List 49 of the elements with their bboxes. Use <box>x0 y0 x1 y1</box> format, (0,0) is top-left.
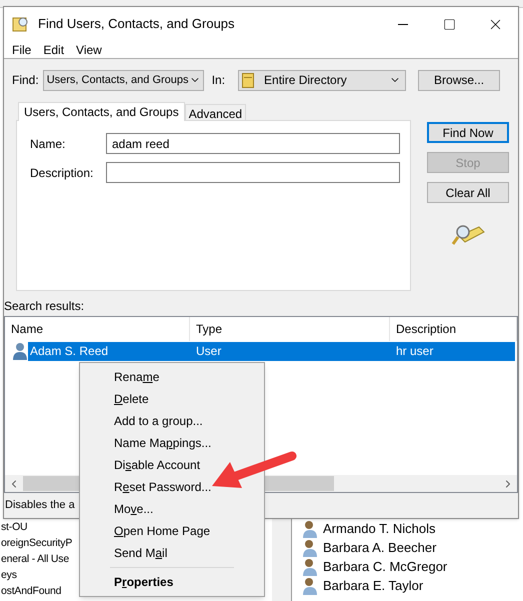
user-icon <box>302 558 318 576</box>
menu-item[interactable]: Properties <box>80 571 264 593</box>
text-field[interactable]: adam reed <box>106 133 400 154</box>
menu-item[interactable]: Edit <box>37 40 70 58</box>
tab[interactable]: Advanced <box>184 104 246 120</box>
field-label: Name: <box>30 136 66 152</box>
menu-item[interactable]: Add to a group... <box>80 410 264 432</box>
menu-item[interactable]: Move... <box>80 498 264 520</box>
table-cell-text: User <box>195 343 222 360</box>
user-icon <box>12 342 28 360</box>
table-cell-text: hr user <box>395 343 434 360</box>
field-label: Description: <box>30 164 94 182</box>
column-header[interactable]: Description <box>390 317 517 341</box>
tab[interactable]: Users, Contacts, and Groups <box>18 102 185 121</box>
menu-item[interactable]: Disable Account <box>80 454 264 476</box>
user-icon <box>302 520 318 538</box>
find-dropdown[interactable]: Users, Contacts, and Groups <box>42 70 204 90</box>
maximize-icon <box>442 18 456 30</box>
directory-icon <box>242 72 254 88</box>
column-header[interactable]: Type <box>190 317 390 341</box>
find-icon <box>12 15 30 33</box>
menu-item[interactable]: Name Mappings... <box>80 432 264 454</box>
menu-item[interactable]: Send Mail <box>80 542 264 564</box>
pane-splitter[interactable] <box>272 519 292 601</box>
action-button[interactable]: Find Now <box>427 122 509 143</box>
user-list-item[interactable]: Armando T. Nichols <box>323 518 436 538</box>
find-label: Find: <box>12 72 39 89</box>
status-text: Disables the a <box>5 498 75 514</box>
menu-item[interactable]: Rename <box>80 366 264 388</box>
column-header[interactable]: Name <box>5 317 190 341</box>
search-results-label: Search results: <box>4 298 86 314</box>
text-field[interactable] <box>106 162 400 183</box>
menu-item[interactable]: View <box>70 40 108 58</box>
user-icon <box>302 576 318 594</box>
browse-button[interactable]: Browse... <box>418 70 500 90</box>
user-icon <box>302 538 318 556</box>
user-list-item[interactable]: Barbara A. Beecher <box>323 538 436 558</box>
scope-dropdown[interactable]: Entire Directory <box>238 70 406 90</box>
action-button[interactable]: Clear All <box>427 182 509 203</box>
table-cell-text: Adam S. Reed <box>29 343 110 360</box>
menu-item[interactable]: File <box>6 40 38 58</box>
in-label: In: <box>212 72 226 89</box>
user-list-item[interactable]: Barbara E. Taylor <box>323 576 424 596</box>
user-list-item[interactable]: Barbara C. McGregor <box>323 556 448 576</box>
menu-item[interactable]: Delete <box>80 388 264 410</box>
result-row[interactable]: Adam S. Reed User hr user <box>28 342 515 360</box>
menu-item[interactable]: Reset Password... <box>80 476 264 498</box>
menu-item[interactable]: Open Home Page <box>80 520 264 542</box>
window-title: Find Users, Contacts, and Groups <box>38 15 235 34</box>
